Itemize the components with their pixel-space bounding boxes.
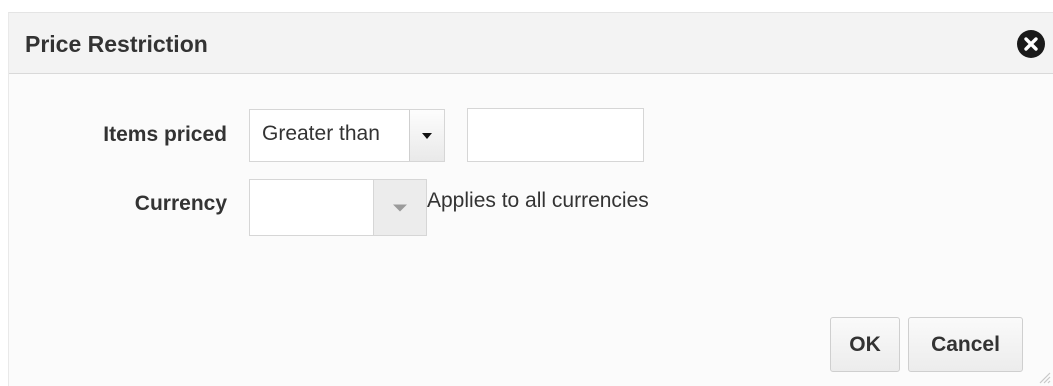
close-icon: [1024, 37, 1038, 51]
chevron-down-icon: [422, 132, 432, 139]
resize-grip-icon[interactable]: [1035, 368, 1051, 384]
price-restriction-dialog: Price Restriction Items priced Greater t…: [8, 12, 1053, 386]
cancel-button[interactable]: Cancel: [908, 317, 1023, 372]
price-amount-input[interactable]: [467, 108, 644, 162]
dialog-title: Price Restriction: [25, 31, 208, 57]
chevron-down-icon: [393, 204, 407, 211]
dialog-header: Price Restriction: [9, 13, 1053, 74]
price-operator-dropdown-button[interactable]: [409, 110, 444, 161]
currency-dropdown-button[interactable]: [373, 180, 426, 235]
currency-hint: Applies to all currencies: [427, 189, 649, 212]
currency-label: Currency: [134, 192, 227, 215]
close-button[interactable]: [1017, 30, 1045, 58]
currency-combobox[interactable]: [249, 179, 427, 236]
ok-button[interactable]: OK: [830, 317, 900, 372]
price-operator-value: Greater than: [262, 122, 380, 145]
items-priced-label: Items priced: [103, 123, 227, 146]
price-operator-select[interactable]: Greater than: [249, 109, 445, 162]
